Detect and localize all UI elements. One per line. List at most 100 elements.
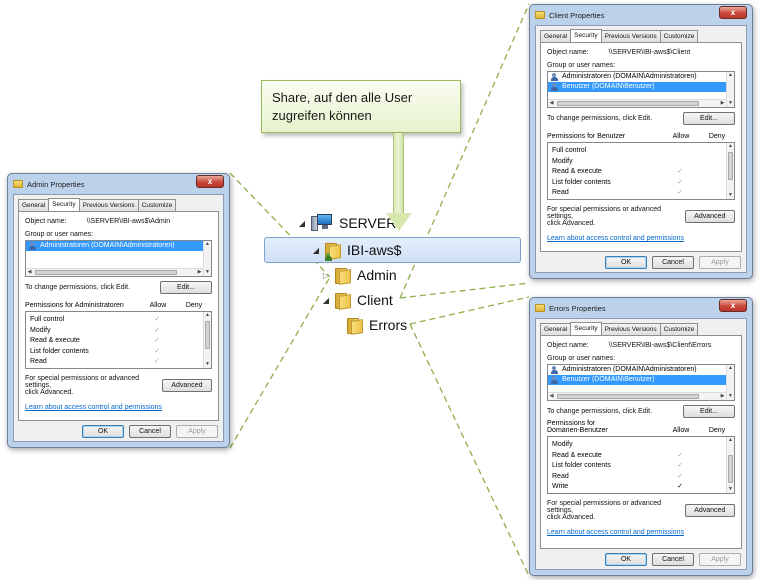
check-icon: ✓ (677, 483, 683, 490)
group-label: Group or user names: (25, 231, 94, 238)
callout-arrow-shaft (393, 133, 404, 215)
cancel-button[interactable]: Cancel (652, 256, 694, 269)
tab-general[interactable]: General (18, 199, 50, 211)
tree-node-errors[interactable]: Errors (332, 313, 407, 337)
permissions-list[interactable]: Full control ✓ Modify ✓ Read & execute ✓ Li… (25, 311, 212, 369)
close-button[interactable]: x (196, 175, 224, 188)
edit-button[interactable]: Edit... (683, 112, 735, 125)
cancel-button[interactable]: Cancel (129, 425, 171, 438)
vertical-scrollbar[interactable]: ▲ ▼ (203, 241, 211, 276)
user-item[interactable]: Administratoren (DOMAIN\Administratoren) (548, 72, 734, 82)
permissions-list[interactable]: Full control Modify Read & execute ✓ List… (547, 142, 735, 200)
tab-previous-versions[interactable]: Previous Versions (78, 199, 139, 211)
check-icon: ✓ (154, 316, 160, 323)
edit-button[interactable]: Edit... (683, 405, 735, 418)
advanced-button[interactable]: Advanced (161, 379, 212, 392)
tab-customize[interactable]: Customize (137, 199, 177, 211)
permission-row: Read ✓ (548, 188, 734, 199)
ok-button[interactable]: OK (605, 256, 647, 269)
dialog-buttons: OK Cancel Apply (605, 553, 741, 566)
user-item[interactable]: Administratoren (DOMAIN\Administratoren) (548, 365, 734, 375)
allow-header: Allow (672, 133, 690, 140)
vertical-scrollbar[interactable]: ▲ ▼ (726, 72, 734, 107)
tab-strip: General Security Previous Versions Custo… (540, 29, 742, 42)
expand-arrow-icon[interactable]: ◢ (310, 246, 322, 255)
advanced-button[interactable]: Advanced (684, 210, 735, 223)
user-item[interactable]: Benutzer (DOMAIN\Benutzer) (548, 82, 734, 92)
allow-header: Allow (672, 427, 690, 434)
titlebar: Client Properties x (535, 5, 747, 25)
tree-node-server[interactable]: ◢ SERVER (296, 211, 396, 235)
user-item[interactable]: Benutzer (DOMAIN\Benutzer) (548, 375, 734, 385)
expand-arrow-icon[interactable]: ◢ (296, 219, 308, 228)
permission-row: Read & execute ✓ (26, 336, 211, 347)
collapse-arrow-icon[interactable]: ▷ (320, 271, 332, 280)
ok-button[interactable]: OK (82, 425, 124, 438)
permission-row: List folder contents ✓ (26, 347, 211, 358)
tab-customize[interactable]: Customize (659, 30, 699, 42)
vertical-scrollbar[interactable]: ▲ ▼ (726, 437, 734, 493)
special-permissions-text-2: click Advanced. (25, 389, 74, 396)
apply-button[interactable]: Apply (699, 256, 741, 269)
dialog-body: General Security Previous Versions Custo… (535, 25, 747, 273)
tab-general[interactable]: General (540, 323, 572, 335)
tree-node-client[interactable]: ◢ Client (320, 288, 393, 312)
vertical-scrollbar[interactable]: ▲ ▼ (726, 365, 734, 400)
horizontal-scrollbar[interactable]: ◀ ▶ (548, 392, 726, 400)
tree-node-label: IBI-aws$ (347, 242, 402, 258)
tab-general[interactable]: General (540, 30, 572, 42)
cancel-button[interactable]: Cancel (652, 553, 694, 566)
permission-row: Full control ✓ (26, 315, 211, 326)
permissions-list[interactable]: Modify Read & execute ✓ List folder conte… (547, 436, 735, 494)
tree-node-label: Errors (369, 317, 408, 333)
special-permissions-text: For special permissions or advanced sett… (25, 375, 139, 389)
tab-previous-versions[interactable]: Previous Versions (600, 30, 661, 42)
tree-node-admin[interactable]: ▷ Admin (320, 263, 397, 287)
permission-row: Read ✓ (548, 472, 734, 483)
close-button[interactable]: x (719, 6, 747, 19)
close-button[interactable]: x (719, 299, 747, 312)
tab-previous-versions[interactable]: Previous Versions (600, 323, 661, 335)
learn-permissions-link[interactable]: Learn about access control and permissio… (25, 404, 212, 411)
permission-row: List folder contents ✓ (548, 178, 734, 189)
change-permissions-text: To change permissions, click Edit. (25, 284, 131, 291)
edit-button[interactable]: Edit... (160, 281, 212, 294)
user-list[interactable]: Administratoren (DOMAIN\Administratoren)… (547, 71, 735, 108)
learn-permissions-link[interactable]: Learn about access control and permissio… (547, 529, 735, 536)
folder-icon (335, 267, 352, 285)
check-icon (662, 146, 698, 157)
dialog-body: General Security Previous Versions Custo… (13, 194, 224, 442)
user-group-icon (551, 366, 560, 374)
shared-folder-icon (325, 242, 342, 261)
apply-button[interactable]: Apply (699, 553, 741, 566)
horizontal-scrollbar[interactable]: ◀ ▶ (548, 99, 726, 107)
dialog-title: Admin Properties (27, 179, 85, 189)
tree-node-label: Admin (357, 267, 397, 283)
permissions-label: Permissions for Benutzer (547, 133, 626, 140)
learn-permissions-link[interactable]: Learn about access control and permissio… (547, 235, 735, 242)
advanced-button[interactable]: Advanced (684, 504, 735, 517)
tab-security[interactable]: Security (570, 322, 602, 335)
dialog-body: General Security Previous Versions Custo… (535, 318, 747, 570)
tab-security[interactable]: Security (48, 198, 80, 211)
folder-icon (347, 317, 364, 335)
tab-security[interactable]: Security (570, 29, 602, 42)
user-item[interactable]: Administratoren (DOMAIN\Administratoren) (26, 241, 211, 251)
object-name-value: \\SERVER\IBI-aws$\Admin (86, 218, 171, 225)
user-list[interactable]: Administratoren (DOMAIN\Administratoren)… (25, 240, 212, 277)
tree-node-share[interactable]: ◢ IBI-aws$ (310, 238, 401, 262)
deny-header: Deny (708, 427, 726, 434)
apply-button[interactable]: Apply (176, 425, 218, 438)
expand-arrow-icon[interactable]: ◢ (320, 296, 332, 305)
user-list[interactable]: Administratoren (DOMAIN\Administratoren)… (547, 364, 735, 401)
vertical-scrollbar[interactable]: ▲ ▼ (726, 143, 734, 199)
special-permissions-text: For special permissions or advanced sett… (547, 500, 661, 514)
user-group-icon (551, 376, 560, 384)
permissions-label: Permissions for Administratoren (25, 302, 124, 309)
dialog-title: Errors Properties (549, 303, 606, 313)
permission-row: Modify ✓ (26, 326, 211, 337)
horizontal-scrollbar[interactable]: ◀ ▶ (26, 268, 203, 276)
tab-customize[interactable]: Customize (659, 323, 699, 335)
vertical-scrollbar[interactable]: ▲ ▼ (203, 312, 211, 368)
ok-button[interactable]: OK (605, 553, 647, 566)
